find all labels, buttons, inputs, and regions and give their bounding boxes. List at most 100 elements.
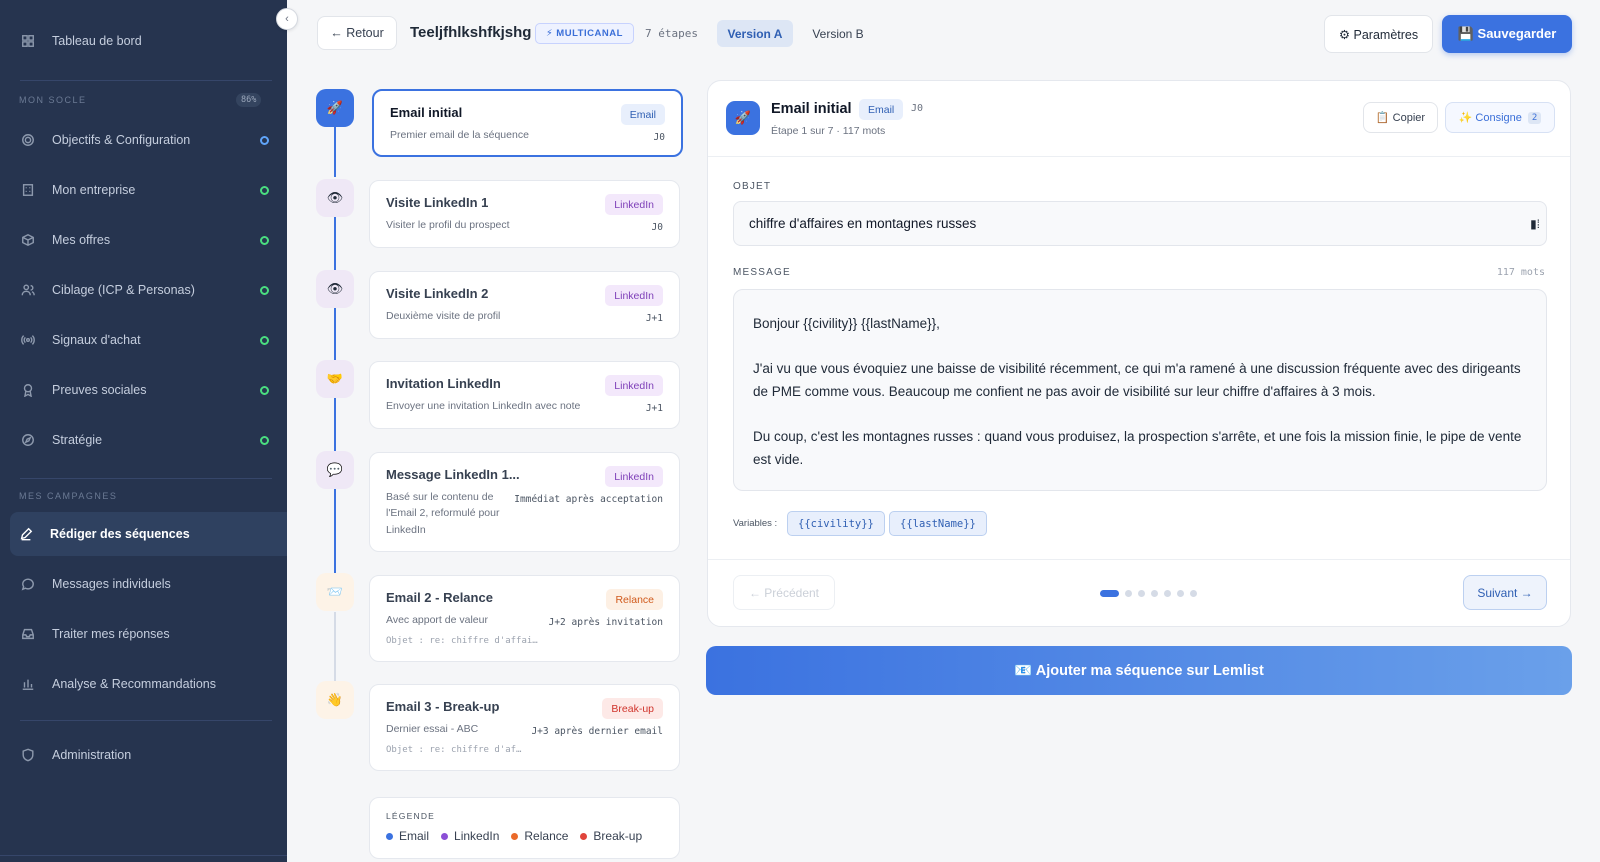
variable-chip-lastname[interactable]: {{lastName}} xyxy=(889,511,987,536)
speech-bubble-icon: 💬 xyxy=(316,451,354,489)
step-tag: LinkedIn xyxy=(605,375,663,396)
rocket-icon: 🚀 xyxy=(726,101,760,135)
building-icon xyxy=(20,182,36,198)
sidebar: Tableau de bord MON SOCLE 86% Objectifs … xyxy=(0,0,287,862)
step-dot[interactable] xyxy=(1151,590,1158,597)
step-pagination-dots xyxy=(1100,590,1197,597)
users-icon xyxy=(20,282,36,298)
step-card-visite-1[interactable]: Visite LinkedIn 1 Visiter le profil du p… xyxy=(369,180,680,248)
step-dot[interactable] xyxy=(1177,590,1184,597)
sidebar-item-ciblage[interactable]: Ciblage (ICP & Personas) xyxy=(12,268,276,312)
step-dot[interactable] xyxy=(1138,590,1145,597)
step-title: Visite LinkedIn 1 xyxy=(386,195,489,210)
sequence-title: Teeljfhlkshfkjshg xyxy=(410,24,532,41)
sidebar-item-offres[interactable]: Mes offres xyxy=(12,218,276,262)
box-icon xyxy=(20,232,36,248)
sidebar-item-label: Signaux d'achat xyxy=(52,333,141,347)
divider xyxy=(708,559,1570,560)
sidebar-item-preuves[interactable]: Preuves sociales xyxy=(12,368,276,412)
add-to-lemlist-button[interactable]: 📧 Ajouter ma séquence sur Lemlist xyxy=(706,646,1572,695)
sidebar-item-signaux[interactable]: Signaux d'achat xyxy=(12,318,276,362)
section-title-socle: MON SOCLE xyxy=(19,95,87,105)
step-timing: Immédiat après acceptation xyxy=(514,494,663,505)
step-title: Visite LinkedIn 2 xyxy=(386,286,489,301)
back-button[interactable]: ← Retour xyxy=(317,16,397,50)
envelope-icon: 📨 xyxy=(316,573,354,611)
bar-chart-icon xyxy=(20,676,36,692)
status-dot xyxy=(260,136,269,145)
sidebar-item-label: Mes offres xyxy=(52,233,111,247)
step-dot[interactable] xyxy=(1190,590,1197,597)
save-button[interactable]: 💾 Sauvegarder xyxy=(1442,15,1572,53)
message-textarea[interactable]: Bonjour {{civility}} {{lastName}}, J'ai … xyxy=(733,289,1547,491)
step-tag: LinkedIn xyxy=(605,285,663,306)
sidebar-item-rediger[interactable]: Rédiger des séquences xyxy=(10,512,287,556)
step-card-visite-2[interactable]: Visite LinkedIn 2 Deuxième visite de pro… xyxy=(369,271,680,339)
sidebar-item-label: Rédiger des séquences xyxy=(50,527,190,541)
timeline-connector xyxy=(334,396,336,452)
tab-version-a[interactable]: Version A xyxy=(717,20,793,47)
step-description: Envoyer une invitation LinkedIn avec not… xyxy=(386,400,581,412)
step-description: Visiter le profil du prospect xyxy=(386,219,510,231)
status-dot xyxy=(260,386,269,395)
timeline-connector xyxy=(334,612,336,684)
copy-button[interactable]: 📋 Copier xyxy=(1363,102,1438,133)
message-paragraph: Bonjour {{civility}} {{lastName}}, xyxy=(753,316,940,331)
legend-title: LÉGENDE xyxy=(386,811,436,821)
sidebar-item-entreprise[interactable]: Mon entreprise xyxy=(12,168,276,212)
handshake-icon: 🤝 xyxy=(316,360,354,398)
sidebar-item-label: Mon entreprise xyxy=(52,183,136,197)
legend-item: Break-up xyxy=(580,829,642,843)
previous-button[interactable]: ← Précédent xyxy=(733,575,835,610)
sidebar-item-messages[interactable]: Messages individuels xyxy=(12,562,276,606)
step-description: Premier email de la séquence xyxy=(390,129,529,141)
subject-input[interactable]: chiffre d'affaires en montagnes russes ▮… xyxy=(733,201,1547,246)
step-dot[interactable] xyxy=(1100,590,1119,597)
sidebar-item-strategie[interactable]: Stratégie xyxy=(12,418,276,462)
legend: LÉGENDE Email LinkedIn Relance Break-up xyxy=(369,797,680,859)
sidebar-item-dashboard[interactable]: Tableau de bord xyxy=(12,19,276,63)
step-dot[interactable] xyxy=(1125,590,1132,597)
step-card-relance[interactable]: Email 2 - Relance Avec apport de valeur … xyxy=(369,575,680,662)
sidebar-item-admin[interactable]: Administration xyxy=(12,733,276,777)
divider xyxy=(20,80,272,81)
section-title-campagnes: MES CAMPAGNES xyxy=(19,491,118,501)
variable-chip-civility[interactable]: {{civility}} xyxy=(787,511,885,536)
collapse-sidebar-button[interactable]: ‹ xyxy=(276,8,298,30)
steps-count: 7 étapes xyxy=(645,27,698,40)
timeline-connector xyxy=(334,487,336,575)
step-dot[interactable] xyxy=(1164,590,1171,597)
sidebar-item-label: Objectifs & Configuration xyxy=(52,133,191,147)
sidebar-item-objectifs[interactable]: Objectifs & Configuration xyxy=(12,118,276,162)
eye-icon: 👁 xyxy=(316,270,354,308)
legend-dot xyxy=(441,833,449,840)
step-card-email-initial[interactable]: Email initial Premier email de la séquen… xyxy=(372,89,683,157)
step-timing: J+1 xyxy=(645,403,663,414)
step-card-break-up[interactable]: Email 3 - Break-up Dernier essai - ABC B… xyxy=(369,684,680,771)
sidebar-item-analyse[interactable]: Analyse & Recommandations xyxy=(12,662,276,706)
step-card-message-linkedin[interactable]: Message LinkedIn 1... Basé sur le conten… xyxy=(369,452,680,552)
step-description: Deuxième visite de profil xyxy=(386,310,501,322)
step-timing: J+3 après dernier email xyxy=(531,726,663,737)
step-card-invitation[interactable]: Invitation LinkedIn Envoyer une invitati… xyxy=(369,361,680,429)
timeline-connector xyxy=(334,127,336,177)
ai-assist-icon[interactable]: ▮⁞ xyxy=(1530,217,1540,231)
consigne-button[interactable]: ✨ Consigne 2 xyxy=(1445,102,1555,133)
legend-dot xyxy=(580,833,588,840)
step-timing: J0 xyxy=(651,222,663,233)
tab-version-b[interactable]: Version B xyxy=(800,20,876,47)
sidebar-item-label: Messages individuels xyxy=(52,577,171,591)
timeline-connector xyxy=(334,306,336,362)
status-dot xyxy=(260,186,269,195)
status-dot xyxy=(260,336,269,345)
sidebar-item-reponses[interactable]: Traiter mes réponses xyxy=(12,612,276,656)
step-title: Email initial xyxy=(390,105,463,120)
subject-value: chiffre d'affaires en montagnes russes xyxy=(749,216,977,231)
step-title: Message LinkedIn 1... xyxy=(386,467,520,482)
subject-label: OBJET xyxy=(733,181,772,192)
wave-icon: 👋 xyxy=(316,681,354,719)
settings-button[interactable]: ⚙ Paramètres xyxy=(1324,15,1433,53)
step-title: Email 3 - Break-up xyxy=(386,699,500,714)
next-button[interactable]: Suivant → xyxy=(1463,575,1547,610)
sidebar-item-label: Stratégie xyxy=(52,433,103,447)
